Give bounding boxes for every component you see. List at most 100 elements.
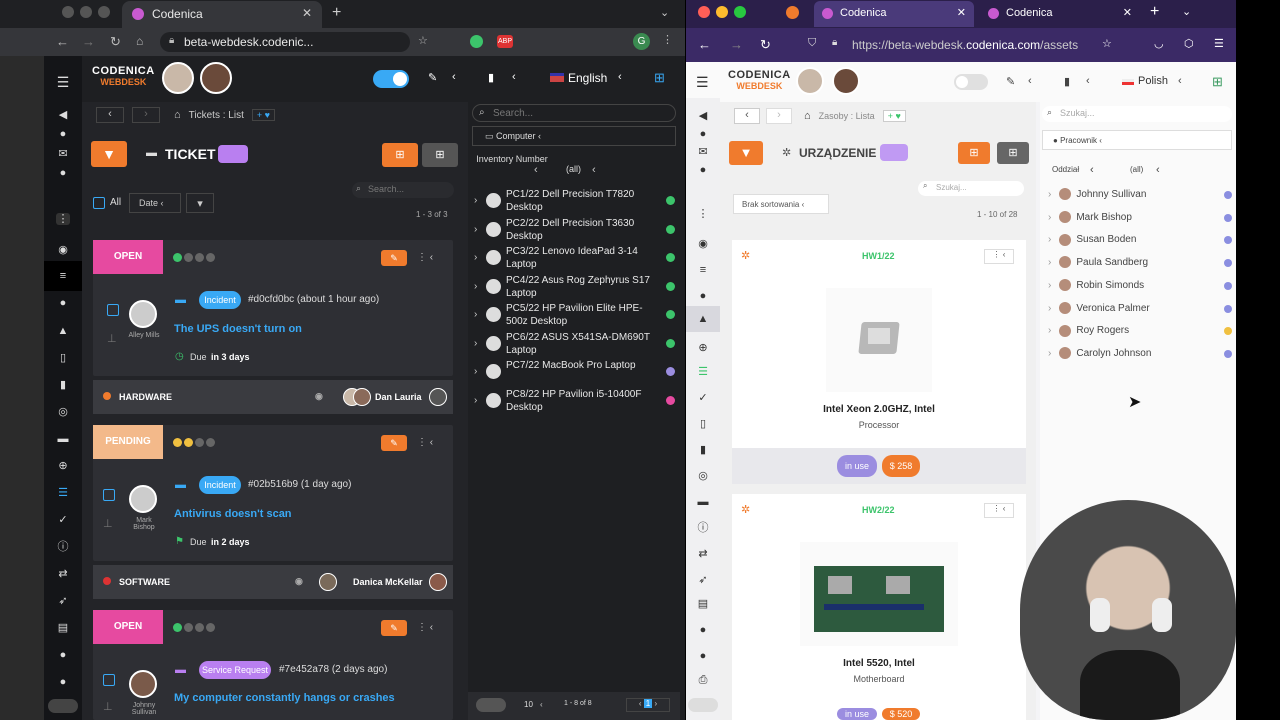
check-icon[interactable]: ✓ — [696, 392, 710, 404]
ticket-checkbox[interactable] — [103, 674, 115, 686]
pin-icon[interactable]: ⊥ — [103, 700, 113, 713]
user-icon[interactable]: ● — [56, 649, 70, 661]
favorite-button[interactable]: + ♥ — [251, 109, 275, 121]
extensions-icon[interactable]: ⬡ — [1184, 37, 1194, 50]
favorite-button[interactable]: + ♥ — [882, 110, 906, 122]
chevron-right-icon[interactable]: › — [474, 194, 477, 207]
avatar[interactable] — [162, 62, 194, 94]
home-icon[interactable]: ⌂ — [136, 34, 143, 48]
chevron-left-icon[interactable]: ‹ — [512, 71, 516, 83]
search-input[interactable]: ⌕ Search... — [352, 182, 454, 198]
new-tab-icon[interactable]: + — [1150, 3, 1159, 21]
star-icon[interactable]: ☆ — [418, 34, 428, 47]
column-header[interactable]: Oddział — [1052, 165, 1079, 174]
more-options-icon[interactable]: ⋮ ‹ — [984, 249, 1014, 264]
rocket-icon[interactable]: ➶ — [56, 595, 70, 607]
employee-item[interactable]: › Susan Boden — [1048, 232, 1234, 248]
chevron-right-icon[interactable]: › — [1048, 348, 1051, 359]
plus-circle-icon[interactable]: ⊕ — [696, 342, 710, 354]
megaphone-icon[interactable]: ◀ — [696, 110, 710, 122]
pin-icon[interactable]: ⊥ — [107, 332, 117, 345]
chevron-right-icon[interactable]: › — [1048, 212, 1051, 223]
sort-select[interactable]: Brak sortowania ‹ — [733, 194, 829, 214]
chevron-right-icon[interactable]: › — [474, 394, 477, 407]
list-icon[interactable]: ☰ — [56, 487, 70, 499]
mode-toggle[interactable] — [954, 74, 988, 90]
mail-icon[interactable]: ✉ — [56, 148, 70, 160]
back-button[interactable]: ‹ — [96, 107, 124, 123]
menu-icon[interactable] — [62, 72, 76, 84]
column-value[interactable]: (all) — [566, 164, 581, 174]
chevron-right-icon[interactable]: › — [474, 308, 477, 321]
bookmark-icon[interactable]: ▮ — [1064, 75, 1070, 88]
chevron-right-icon[interactable]: › — [1048, 280, 1051, 291]
print-icon[interactable]: ⎙ — [696, 674, 710, 686]
employee-item[interactable]: › Roy Rogers — [1048, 323, 1234, 339]
users-icon[interactable]: ● — [56, 297, 70, 309]
menu-icon[interactable]: ☰ — [1214, 37, 1224, 50]
ticket-card[interactable]: OPEN ✎ ⋮ ‹ ⊥ Johnny Sullivan ▬ Service R… — [93, 610, 453, 720]
globe-icon[interactable]: ◉ — [56, 244, 70, 256]
info-icon[interactable]: ⓘ — [696, 522, 710, 534]
tree-search-input[interactable]: ⌕ Search... — [472, 104, 676, 122]
browser-tab-active[interactable]: Codenica ✕ — [814, 1, 974, 27]
avatar[interactable] — [796, 67, 824, 95]
search-input[interactable]: ⌕ Szukaj... — [918, 181, 1024, 196]
avatar[interactable] — [200, 62, 232, 94]
grid-view-button[interactable]: ⊞ — [958, 142, 990, 164]
more-icon[interactable]: ⋮ — [56, 213, 70, 225]
grid-view-button[interactable]: ⊞ — [382, 143, 418, 167]
book-icon[interactable]: ▤ — [56, 622, 70, 634]
mail-icon[interactable]: ✉ — [696, 146, 710, 158]
sort-direction-button[interactable]: ▾ — [186, 193, 214, 213]
chevron-left-icon[interactable]: ‹ — [1086, 75, 1090, 87]
list-view-button[interactable]: ⊞ — [422, 143, 458, 167]
users-icon[interactable]: ● — [696, 290, 710, 302]
close-window-button[interactable] — [698, 6, 710, 18]
browser-tab[interactable]: Codenica ✕ — [980, 1, 1140, 27]
chevron-left-icon[interactable]: ‹ — [1156, 164, 1160, 176]
chat-icon[interactable]: ● — [56, 167, 70, 179]
employee-item[interactable]: › Veronica Palmer — [1048, 301, 1234, 317]
chevron-right-icon[interactable]: › — [474, 251, 477, 264]
chevron-right-icon[interactable]: › — [1048, 325, 1051, 336]
cubes-icon[interactable]: ▲ — [56, 325, 70, 337]
tab-list-icon[interactable]: ⌄ — [1182, 5, 1191, 18]
team-icon[interactable]: ● — [56, 676, 70, 688]
chevron-left-icon[interactable]: ‹ — [592, 164, 596, 176]
ticket-checkbox[interactable] — [103, 489, 115, 501]
building-icon[interactable]: ▮ — [56, 379, 70, 391]
employee-item[interactable]: › Mark Bishop — [1048, 210, 1234, 226]
theme-toggle[interactable] — [48, 699, 78, 713]
close-tab-icon[interactable]: ✕ — [957, 6, 966, 19]
back-button[interactable]: ‹ — [734, 108, 760, 124]
ticket-title[interactable]: The UPS doesn't turn on — [174, 323, 302, 335]
chevron-left-icon[interactable]: ‹ — [1028, 75, 1032, 87]
chevron-left-icon[interactable]: ‹ — [452, 71, 456, 83]
megaphone-icon[interactable]: ◀ — [56, 109, 70, 121]
tree-item[interactable]: › PC6/22 ASUS X541SA-DM690T Laptop — [474, 331, 676, 359]
exchange-icon[interactable]: ⇄ — [696, 548, 710, 560]
pin-icon[interactable]: ⊥ — [103, 517, 113, 530]
exchange-icon[interactable]: ⇄ — [56, 568, 70, 580]
language-select[interactable]: Polish — [1138, 75, 1168, 87]
pager-controls[interactable]: ‹ 1 › — [626, 698, 670, 712]
reload-icon[interactable]: ↻ — [110, 34, 121, 50]
chevron-left-icon[interactable]: ‹ — [534, 164, 538, 176]
sitemap-icon[interactable]: ⊞ — [1212, 74, 1223, 90]
cubes-icon[interactable]: ▲ — [686, 306, 720, 332]
edit-button[interactable]: ✎ — [381, 435, 407, 451]
profile-icon[interactable]: G — [633, 33, 650, 50]
more-icon[interactable]: ⋮ — [696, 208, 710, 220]
info-icon[interactable]: ⓘ — [56, 541, 70, 553]
more-options-icon[interactable]: ⋮ ‹ — [417, 252, 433, 263]
chevron-left-icon[interactable]: ‹ — [1090, 164, 1094, 176]
tree-item[interactable]: › PC8/22 HP Pavilion i5-10400F Desktop — [474, 388, 676, 416]
avatar[interactable] — [832, 67, 860, 95]
chevron-left-icon[interactable]: ‹ — [540, 700, 543, 709]
theme-toggle[interactable] — [476, 698, 506, 712]
tree-item[interactable]: › PC3/22 Lenovo IdeaPad 3-14 Laptop — [474, 245, 676, 273]
chevron-right-icon[interactable]: › — [474, 280, 477, 293]
page-size-select[interactable]: 10 — [524, 700, 533, 709]
chevron-left-icon[interactable]: ‹ — [1178, 75, 1182, 87]
